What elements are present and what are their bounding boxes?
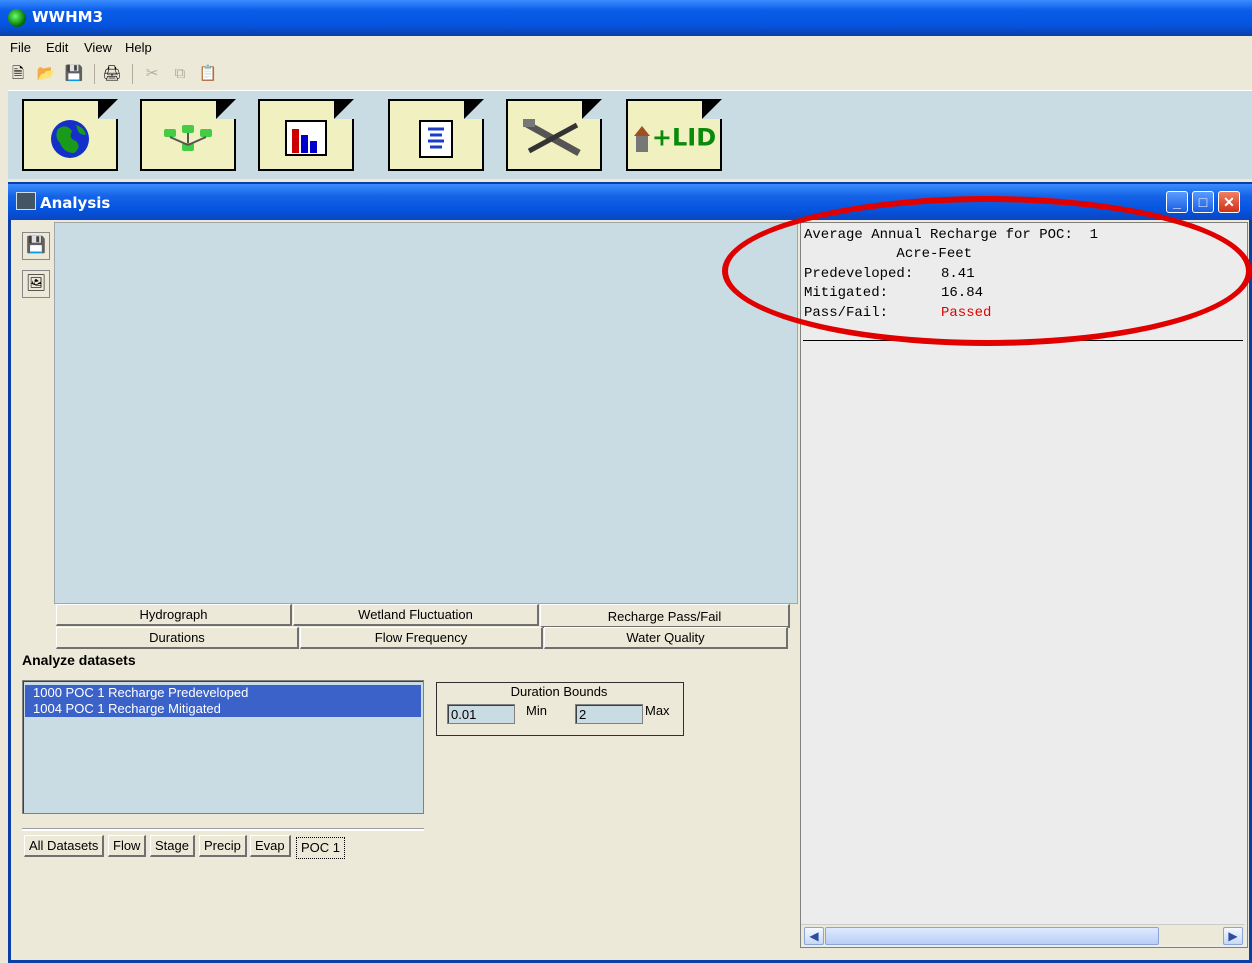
window-title: Analysis [40,194,111,212]
tab-stage[interactable]: Stage [150,835,195,857]
dataset-tabs-divider [22,828,424,831]
tab-all-datasets[interactable]: All Datasets [24,835,105,857]
globe-icon [24,115,116,169]
results-panel: Average Annual Recharge for POC: 1 Acre-… [800,222,1248,948]
main-tools-panel: +LID [8,90,1252,179]
cut-icon: ✂ [145,65,159,82]
bar-chart-icon [260,115,352,169]
toolbar-separator [132,64,133,84]
duration-min-label: Min [526,703,547,718]
duration-bounds-title: Duration Bounds [510,684,608,699]
window-icon [16,192,36,210]
open-icon[interactable]: 📂 [36,64,56,84]
toolbar: 🗎 📂 💾 🖨 ✂ ⧉ 📋 [0,60,1252,88]
tab-flow-frequency[interactable]: Flow Frequency [300,627,543,649]
list-item[interactable]: 1000 POC 1 Recharge Predeveloped [25,685,421,701]
duration-max-input[interactable]: 2 [575,704,643,724]
tab-precip[interactable]: Precip [199,835,247,857]
analyze-datasets-label: Analyze datasets [22,652,136,668]
house-lid-icon: +LID [628,115,720,160]
list-item[interactable]: 1004 POC 1 Recharge Mitigated [25,701,421,717]
tab-hydrograph[interactable]: Hydrograph [56,604,292,626]
export-image-icon: 🖼 [25,275,47,292]
maximize-button[interactable]: □ [1192,191,1214,213]
menu-bar: File Edit View Help [0,36,1252,60]
report-icon [390,115,482,169]
mitigated-label: Mitigated: [804,285,889,301]
close-button[interactable]: ✕ [1218,191,1240,213]
map-globe-button[interactable] [22,99,118,171]
lid-button[interactable]: +LID [626,99,722,171]
report-button[interactable] [388,99,484,171]
app-icon [8,9,26,27]
tab-wetland-fluctuation[interactable]: Wetland Fluctuation [293,604,539,626]
export-graph-button[interactable]: 🖼 [22,270,50,298]
menu-view[interactable]: View [84,40,112,55]
app-title: WWHM3 [32,8,104,26]
pass-fail-label: Pass/Fail: [804,305,889,321]
tab-recharge-pass-fail[interactable]: Recharge Pass/Fail [540,604,790,628]
results-units: Acre-Feet [804,246,973,262]
results-divider [803,340,1243,341]
pass-fail-value: Passed [941,305,992,321]
schematic-icon [142,115,234,169]
toolbar-separator [94,64,95,84]
menu-file[interactable]: File [10,40,31,55]
tab-flow[interactable]: Flow [108,835,147,857]
save-graph-button[interactable]: 💾 [22,232,50,260]
duration-max-label: Max [645,703,670,718]
tab-poc-1[interactable]: POC 1 [296,837,346,859]
save-icon[interactable]: 💾 [64,64,84,84]
results-heading: Average Annual Recharge for POC: 1 [804,227,1099,243]
horizontal-scrollbar[interactable]: ◀ ▶ [801,924,1245,945]
duration-min-input[interactable]: 0.01 [447,704,515,724]
lid-label: +LID [651,123,717,152]
predeveloped-label: Predeveloped: [804,266,914,282]
print-icon[interactable]: 🖨 [102,64,122,84]
tools-icon [508,115,600,169]
tab-evap[interactable]: Evap [250,835,291,857]
tab-water-quality[interactable]: Water Quality [544,627,788,649]
paste-icon: 📋 [198,65,218,82]
analysis-chart-button[interactable] [258,99,354,171]
copy-icon: ⧉ [174,65,186,82]
mitigated-value: 16.84 [941,285,984,301]
save-icon: 💾 [26,237,46,254]
menu-help[interactable]: Help [125,40,152,55]
analysis-window-title-bar: Analysis _ □ ✕ [8,184,1252,220]
tools-button[interactable] [506,99,602,171]
app-title-bar: WWHM3 [0,0,1252,36]
menu-edit[interactable]: Edit [46,40,68,55]
dataset-list[interactable]: 1000 POC 1 Recharge Predeveloped 1004 PO… [22,680,424,814]
scroll-left-icon[interactable]: ◀ [804,927,824,945]
predeveloped-value: 8.41 [941,266,975,282]
graph-area [54,222,798,604]
minimize-button[interactable]: _ [1166,191,1188,213]
schematic-button[interactable] [140,99,236,171]
scroll-thumb[interactable] [825,927,1159,945]
tab-durations[interactable]: Durations [56,627,299,649]
new-icon[interactable]: 🗎 [8,64,28,84]
scroll-right-icon[interactable]: ▶ [1223,927,1243,945]
